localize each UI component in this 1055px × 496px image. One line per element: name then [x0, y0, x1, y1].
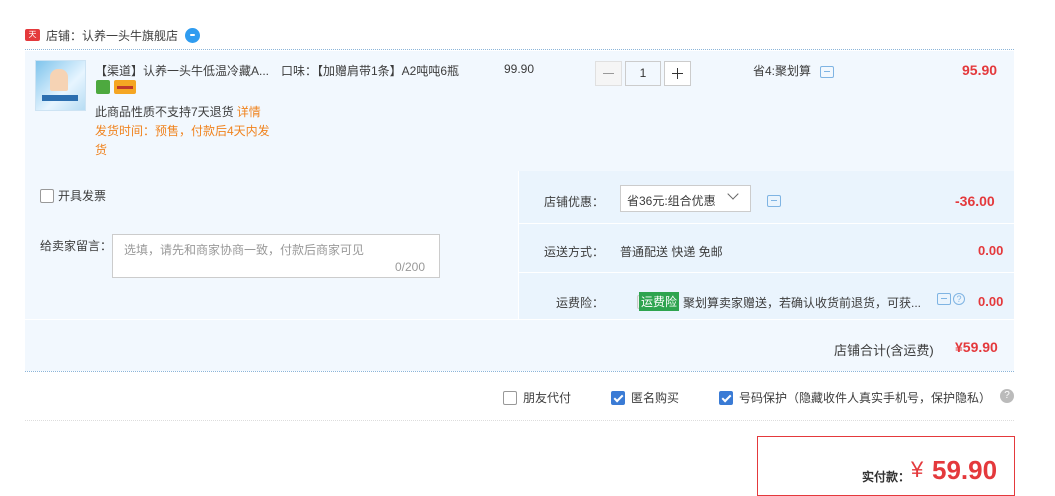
quantity-input[interactable]: 1 [625, 61, 661, 86]
divider [25, 319, 1014, 320]
divider [519, 223, 1014, 224]
insurance-description: 聚划算卖家赠送，若确认收货前退货，可获... [683, 296, 922, 310]
divider [25, 371, 1014, 372]
payment-amount: 59.90 [932, 455, 998, 485]
quantity-stepper: 1 [595, 61, 691, 86]
credit-card-icon[interactable] [114, 80, 136, 94]
invoice-label: 开具发票 [58, 189, 107, 203]
comment-icon[interactable] [767, 194, 781, 207]
help-icon[interactable]: ? [953, 293, 965, 305]
insurance-label: 运费险： [556, 296, 605, 310]
friend-pay-checkbox[interactable] [503, 390, 517, 405]
anonymous-option[interactable]: 匿名购买 [611, 389, 679, 406]
unit-price: 99.90 [504, 62, 535, 76]
item-discount: 省4:聚划算 [753, 62, 835, 79]
shop-total-label: 店铺合计(含运费) [834, 343, 934, 358]
remark-char-count: 0/200 [395, 260, 426, 274]
insurance-icons: ? [937, 293, 965, 305]
no-return-notice: 此商品性质不支持7天退货 详情 [95, 103, 261, 120]
privacy-label: 号码保护（隐藏收件人真实手机号，保护隐私） [739, 391, 992, 405]
no-return-text: 此商品性质不支持7天退货 [95, 105, 234, 119]
shipping-method: 普通配送 快递 免邮 [620, 245, 723, 259]
product-title[interactable]: 【渠道】认养一头牛低温冷藏A... [95, 62, 275, 79]
shipping-label: 运送方式： [544, 245, 605, 259]
detail-link[interactable]: 详情 [237, 105, 261, 119]
insurance-badge: 运费险 [639, 292, 680, 311]
anonymous-checkbox[interactable] [611, 390, 625, 405]
shop-header: 天猫 店铺：认养一头牛旗舰店 [25, 26, 201, 51]
invoice-checkbox[interactable] [40, 188, 54, 203]
insurance-fee: 0.00 [978, 294, 1004, 309]
comment-icon[interactable] [820, 65, 835, 78]
shipping-fee: 0.00 [978, 243, 1004, 258]
friend-pay-option[interactable]: 朋友代付 [503, 389, 571, 406]
service-icons [96, 80, 136, 94]
certified-icon[interactable] [96, 80, 110, 94]
payment-label: 实付款： [862, 470, 911, 484]
payment-currency: ¥ [911, 457, 924, 482]
remark-placeholder: 选填，请先和商家协商一致，付款后商家可见 [124, 243, 365, 257]
divider [25, 49, 1014, 50]
shop-discount-value: -36.00 [955, 193, 995, 209]
privacy-option[interactable]: 号码保护（隐藏收件人真实手机号，保护隐私） [719, 389, 991, 406]
divider [518, 171, 519, 319]
increase-button[interactable] [664, 61, 691, 86]
anonymous-label: 匿名购买 [631, 391, 680, 405]
shop-discount-label: 店铺优惠： [544, 195, 605, 209]
decrease-button[interactable] [595, 61, 622, 86]
sku-flavor: 口味：【加赠肩带1条】A2吨吨6瓶 [281, 64, 460, 78]
tmall-logo-icon: 天猫 [25, 29, 40, 51]
chat-icon[interactable] [185, 27, 201, 43]
shop-name[interactable]: 店铺：认养一头牛旗舰店 [46, 27, 178, 44]
divider [25, 420, 1014, 421]
shop-total-value: ¥59.90 [955, 339, 998, 355]
help-icon[interactable]: ? [1000, 389, 1014, 403]
invoice-option[interactable]: 开具发票 [40, 187, 106, 204]
shop-discount-selected: 省36元:组合优惠 [627, 194, 716, 208]
remark-label: 给卖家留言： [40, 239, 113, 253]
divider [519, 272, 1014, 273]
comment-icon[interactable] [937, 293, 951, 305]
privacy-checkbox[interactable] [719, 390, 733, 405]
item-total: 95.90 [962, 62, 998, 78]
item-discount-label: 省4:聚划算 [753, 64, 812, 78]
ship-time-notice: 发货时间：预售，付款后4天内发货 [95, 124, 270, 157]
friend-pay-label: 朋友代付 [523, 391, 572, 405]
product-thumbnail[interactable] [35, 60, 86, 111]
